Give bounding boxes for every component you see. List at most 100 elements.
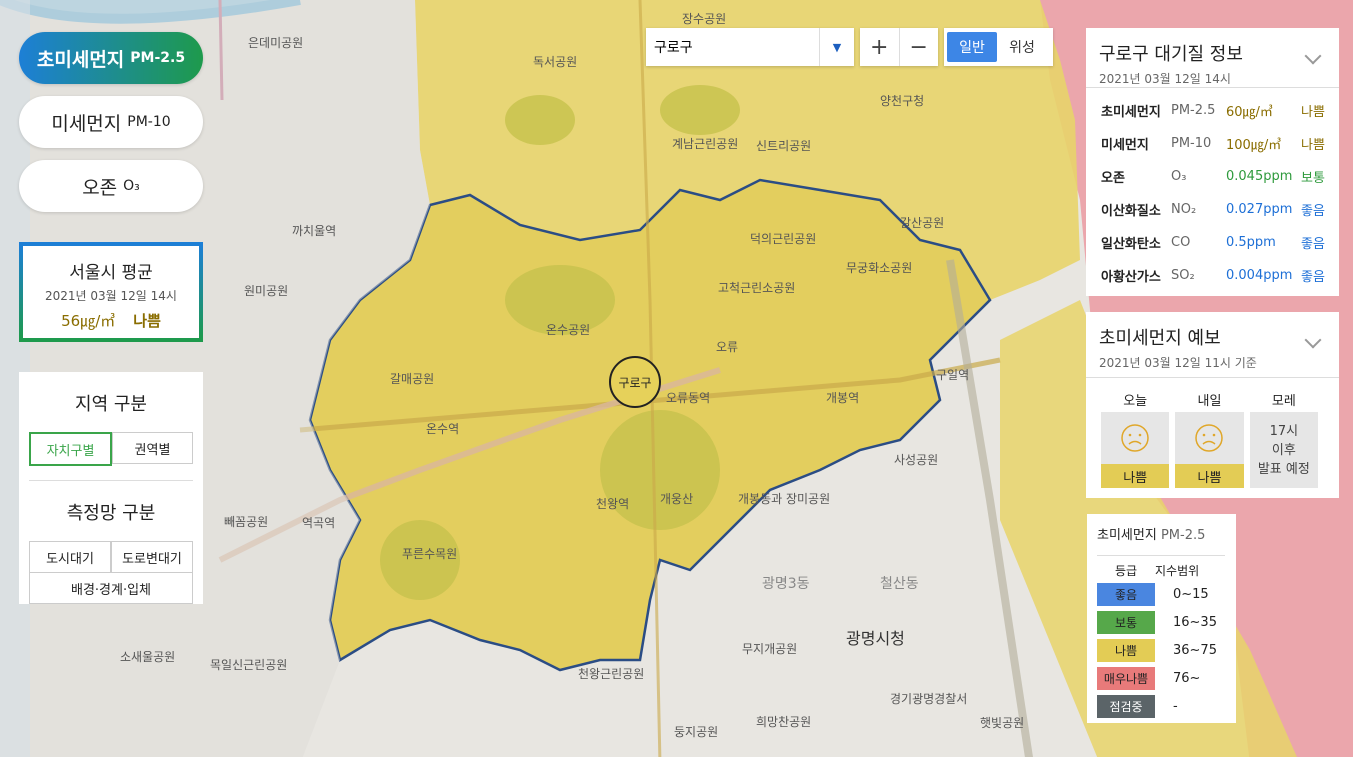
pm25-sub: PM-2.5	[130, 50, 186, 66]
pollutant-unit: NO₂	[1171, 202, 1197, 217]
pm10-button[interactable]: 미세먼지 PM-10	[19, 96, 203, 148]
zoom-in-button[interactable]: +	[860, 28, 899, 66]
pollutant-row: 초미세먼지 PM-2.5 60㎍/㎥ 나쁨	[1086, 94, 1339, 127]
legend-item: 좋음 0~15	[1097, 583, 1236, 606]
pollutant-row: 오존 O₃ 0.045ppm 보통	[1086, 160, 1339, 193]
pollutant-row: 미세먼지 PM-10 100㎍/㎥ 나쁨	[1086, 127, 1339, 160]
seoul-average-grade: 나쁨	[133, 312, 161, 330]
pollutant-unit: O₃	[1171, 169, 1187, 184]
map-label: 둥지공원	[674, 725, 719, 739]
pollutant-unit: PM-2.5	[1171, 103, 1216, 118]
pollutant-grade: 좋음	[1301, 237, 1325, 252]
legend-range: 16~35	[1173, 615, 1217, 630]
map-type-satellite-button[interactable]: 위성	[997, 32, 1047, 62]
pollutant-value: 100㎍/㎥	[1226, 138, 1282, 153]
pollutant-name: 아황산가스	[1101, 270, 1161, 285]
map-label: 사성공원	[894, 453, 939, 467]
map-label: 햇빛공원	[980, 716, 1025, 730]
legend-item: 나쁨 36~75	[1097, 639, 1236, 662]
map-label: 광명시청	[846, 629, 905, 648]
zoom-out-button[interactable]: −	[898, 28, 939, 66]
legend-range: 36~75	[1173, 643, 1217, 658]
pollutant-value: 60㎍/㎥	[1226, 105, 1273, 120]
forecast-note-line: 이후	[1271, 443, 1296, 458]
seoul-average-value: 56㎍/㎥	[61, 312, 116, 330]
legend-grade: 보통	[1097, 611, 1155, 634]
map-label: 고척근린소공원	[718, 281, 796, 295]
sad-face-icon	[1175, 412, 1243, 464]
seoul-average-title: 서울시 평균	[69, 263, 153, 283]
filter-panel: 지역 구분 자치구별 권역별 측정망 구분 도시대기 도로변대기 배경·경계·입…	[19, 372, 203, 604]
legend-sub: PM-2.5	[1160, 528, 1206, 543]
district-select[interactable]: ▼	[646, 28, 854, 66]
pollutant-unit: PM-10	[1171, 136, 1212, 151]
ozone-label: 오존	[82, 176, 118, 199]
map-type-toggle: 일반 위성	[944, 28, 1053, 66]
pm25-button[interactable]: 초미세먼지 PM-2.5	[19, 32, 203, 84]
pollutant-value: 0.045ppm	[1226, 169, 1293, 184]
legend-item: 보통 16~35	[1097, 611, 1236, 634]
ozone-sub: O₃	[123, 178, 140, 194]
seoul-average-box: 서울시 평균 2021년 03월 12일 14시 56㎍/㎥ 나쁨	[19, 242, 203, 342]
legend-col-range: 지수범위	[1155, 564, 1200, 578]
map-label: 갈산공원	[900, 216, 945, 230]
legend-range: 0~15	[1173, 587, 1209, 602]
filter-urban-button[interactable]: 도시대기	[29, 541, 111, 573]
pollutant-value: 0.004ppm	[1226, 268, 1293, 283]
info-panel-title: 구로구 대기질 정보	[1099, 44, 1243, 65]
pollutant-row: 일산화탄소 CO 0.5ppm 좋음	[1086, 226, 1339, 259]
pollutant-unit: CO	[1171, 235, 1191, 250]
filter-district-button[interactable]: 자치구별	[29, 432, 112, 466]
map-type-normal-button[interactable]: 일반	[947, 32, 997, 62]
forecast-title: 초미세먼지 예보	[1099, 328, 1221, 349]
map-label: 은데미공원	[248, 36, 304, 50]
forecast-note-line: 17시	[1269, 424, 1299, 439]
map-label: 역곡역	[302, 516, 336, 530]
pollutant-list: 초미세먼지 PM-2.5 60㎍/㎥ 나쁨 미세먼지 PM-10 100㎍/㎥ …	[1086, 88, 1339, 292]
seoul-average-datetime: 2021년 03월 12일 14시	[45, 289, 177, 303]
legend-col-grade: 등급	[1114, 564, 1138, 578]
legend-title: 초미세먼지	[1097, 528, 1157, 543]
forecast-day-label: 모레	[1271, 394, 1296, 409]
pollutant-unit: SO₂	[1171, 268, 1195, 283]
map-label: 천왕역	[596, 497, 630, 511]
filter-background-button[interactable]: 배경·경계·입체	[29, 573, 193, 604]
map-label: 장수공원	[682, 12, 727, 26]
pollutant-name: 오존	[1101, 171, 1125, 186]
grade-legend: 초미세먼지 PM-2.5 등급 지수범위 좋음 0~15 보통 16~35 나쁨 36~…	[1087, 514, 1236, 723]
district-marker[interactable]: 구로구	[609, 356, 661, 408]
filter-roadside-button[interactable]: 도로변대기	[111, 541, 193, 573]
map-label: 오류동역	[666, 391, 711, 405]
region-filter-title: 지역 구분	[75, 394, 147, 415]
legend-range: -	[1173, 699, 1178, 714]
pollutant-name: 미세먼지	[1101, 138, 1149, 153]
filter-zone-button[interactable]: 권역별	[112, 432, 193, 464]
map-label: 원미공원	[244, 284, 289, 298]
pollutant-grade: 보통	[1301, 171, 1325, 186]
forecast-grade: 나쁨	[1175, 464, 1244, 488]
district-select-input[interactable]	[646, 38, 816, 56]
map-label: 신트리공원	[756, 139, 812, 153]
map-label: 양천구청	[880, 94, 925, 108]
pollutant-grade: 나쁨	[1301, 138, 1325, 153]
legend-range: 76~	[1173, 671, 1201, 686]
legend-grade: 매우나쁨	[1097, 667, 1155, 690]
ozone-button[interactable]: 오존 O₃	[19, 160, 203, 212]
map-label: 무궁화소공원	[846, 261, 913, 275]
map-label: 계남근린공원	[672, 137, 739, 151]
pollutant-grade: 좋음	[1301, 270, 1325, 285]
forecast-day-label: 내일	[1197, 394, 1222, 409]
map-label: 경기광명경찰서	[890, 692, 968, 706]
sad-face-icon	[1101, 412, 1169, 464]
map-label: 오류	[716, 340, 739, 354]
map-label: 광명3동	[762, 576, 810, 592]
pollutant-grade: 좋음	[1301, 204, 1325, 219]
legend-grade: 점검중	[1097, 695, 1155, 718]
forecast-note-line: 발표 예정	[1257, 462, 1310, 477]
chevron-down-icon[interactable]: ▼	[819, 28, 854, 66]
pollutant-row: 아황산가스 SO₂ 0.004ppm 좋음	[1086, 259, 1339, 292]
map-label: 까치울역	[292, 224, 337, 238]
forecast-day-label: 오늘	[1123, 394, 1148, 409]
map-label: 개봉역	[826, 391, 860, 405]
map-label: 철산동	[880, 576, 919, 592]
